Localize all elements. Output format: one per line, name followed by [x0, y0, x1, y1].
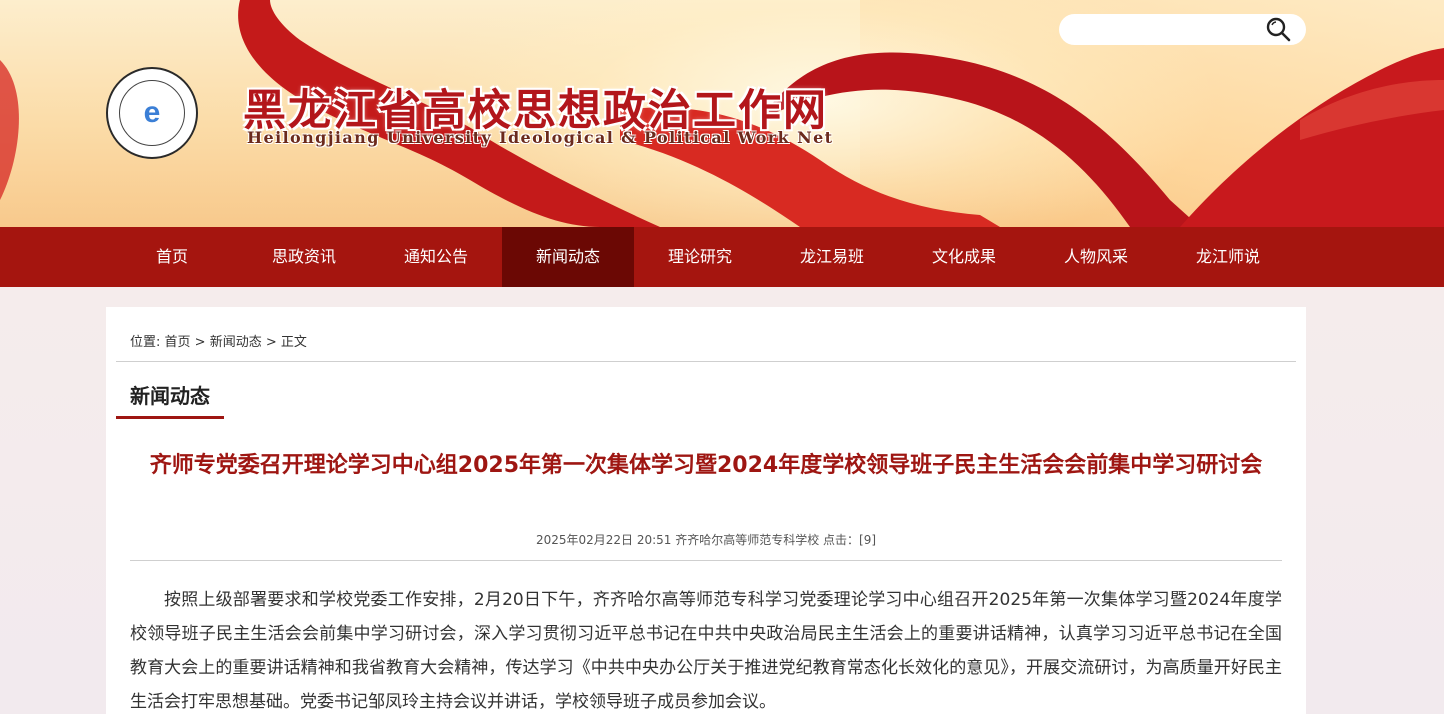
- nav-item-yiban[interactable]: 龙江易班: [766, 227, 898, 287]
- logo-emblem: e: [119, 80, 185, 146]
- header-banner: e 黑龙江省高校思想政治工作网 Heilongjiang University …: [0, 0, 1444, 227]
- nav-item-notices[interactable]: 通知公告: [370, 227, 502, 287]
- nav-item-teachers[interactable]: 龙江师说: [1162, 227, 1294, 287]
- site-subtitle: Heilongjiang University Ideological & Po…: [247, 128, 834, 147]
- nav-item-people[interactable]: 人物风采: [1030, 227, 1162, 287]
- site-logo[interactable]: e: [106, 67, 198, 159]
- section-title: 新闻动态: [116, 379, 224, 419]
- content-panel: 位置: 首页 > 新闻动态 > 正文 新闻动态 齐师专党委召开理论学习中心组20…: [106, 307, 1306, 714]
- article-meta: 2025年02月22日 20:51 齐齐哈尔高等师范专科学校 点击：[9]: [535, 533, 877, 547]
- breadcrumb-separator: >: [261, 335, 281, 350]
- article-title: 齐师专党委召开理论学习中心组2025年第一次集体学习暨2024年度学校领导班子民…: [149, 453, 1263, 478]
- breadcrumb-current: 正文: [280, 335, 307, 350]
- nav-item-news[interactable]: 新闻动态: [502, 227, 634, 287]
- nav-item-theory[interactable]: 理论研究: [634, 227, 766, 287]
- divider: [130, 560, 1282, 561]
- search-button[interactable]: [1262, 15, 1294, 44]
- nav-item-home[interactable]: 首页: [106, 227, 238, 287]
- breadcrumb-prefix: 位置:: [130, 335, 165, 350]
- nav-item-news-info[interactable]: 思政资讯: [238, 227, 370, 287]
- article-body: 按照上级部署要求和学校党委工作安排，2月20日下午，齐齐哈尔高等师范专科学习党委…: [130, 590, 1282, 712]
- breadcrumb-home-link[interactable]: 首页: [165, 335, 191, 350]
- breadcrumb: 位置: 首页 > 新闻动态 > 正文: [130, 331, 307, 350]
- breadcrumb-separator: >: [190, 335, 210, 350]
- main-nav: 首页 思政资讯 通知公告 新闻动态 理论研究 龙江易班 文化成果 人物风采 龙江…: [0, 227, 1444, 287]
- search-icon: [1266, 17, 1291, 42]
- nav-item-culture[interactable]: 文化成果: [898, 227, 1030, 287]
- divider: [116, 361, 1296, 362]
- logo-letter: e: [143, 96, 161, 129]
- breadcrumb-section-link[interactable]: 新闻动态: [210, 335, 262, 350]
